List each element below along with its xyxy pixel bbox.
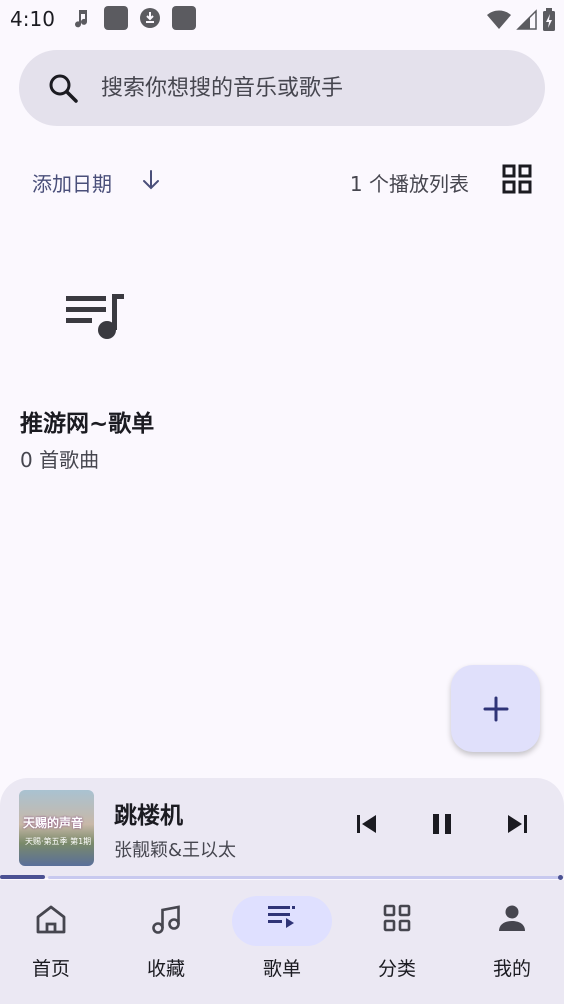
battery-icon: [543, 8, 555, 31]
album-art-title: 天赐的声音: [23, 816, 84, 830]
nav-label-playlists: 歌单: [262, 958, 301, 980]
search-input[interactable]: [101, 50, 521, 126]
plus-icon: [483, 696, 508, 721]
playlist-song-count: 0 首歌曲: [20, 448, 100, 472]
playlist-count: 1 个播放列表: [349, 172, 469, 196]
playlist-card[interactable]: 推游网~歌单 0 首歌曲: [18, 260, 278, 480]
search-bar[interactable]: [19, 50, 545, 126]
home-icon: [36, 905, 66, 934]
nav-item-mine[interactable]: 我的: [456, 880, 564, 1004]
mini-player[interactable]: 天赐的声音 天赐·第五季 第1期 跳楼机 张靓颖&王以太: [0, 778, 564, 878]
nav-item-favorites[interactable]: 收藏: [110, 880, 222, 1004]
song-title: 跳楼机: [114, 803, 183, 829]
album-art-subtitle: 天赐·第五季 第1期: [25, 837, 92, 846]
nav-item-playlists[interactable]: 歌单: [226, 880, 338, 1004]
music-notification-icon: [75, 10, 88, 28]
playlist-icon: [268, 906, 295, 928]
search-icon: [49, 74, 78, 103]
nav-label-categories: 分类: [377, 958, 416, 980]
system-icons: [486, 8, 556, 32]
signal-icon: [516, 9, 537, 30]
nav-item-home[interactable]: 首页: [0, 880, 107, 1004]
app-notification-icon: [104, 6, 128, 30]
previous-track-icon[interactable]: [355, 812, 379, 836]
app-screen: 4:10 添加日期 1 个播放列表 推游网~歌单 0 首歌曲: [0, 0, 564, 1004]
bottom-nav: 首页 收藏 歌单 分类 我的: [0, 880, 564, 1004]
nav-label-home: 首页: [31, 958, 70, 980]
album-art[interactable]: 天赐的声音 天赐·第五季 第1期: [19, 790, 94, 866]
song-artist: 张靓颖&王以太: [114, 840, 237, 861]
pause-icon[interactable]: [430, 812, 454, 836]
grid-icon: [383, 904, 411, 932]
arrow-down-icon[interactable]: [140, 168, 162, 192]
add-playlist-button[interactable]: [451, 665, 540, 752]
download-notification-icon: [140, 8, 160, 28]
notification-icons: [70, 6, 196, 30]
playlist-icon: [66, 294, 124, 339]
nav-item-categories[interactable]: 分类: [341, 880, 453, 1004]
playlist-title: 推游网~歌单: [20, 411, 155, 437]
progress-track-remaining: [48, 876, 560, 879]
wifi-icon: [487, 10, 511, 29]
sort-row: 添加日期 1 个播放列表: [0, 160, 564, 202]
music-note-icon: [152, 905, 180, 934]
app-notification-icon-2: [172, 6, 196, 30]
nav-label-mine: 我的: [492, 958, 531, 980]
status-bar: 4:10: [0, 0, 564, 38]
person-icon: [499, 905, 525, 931]
sort-by-date-button[interactable]: 添加日期: [32, 168, 112, 197]
progress-fill: [0, 875, 45, 879]
grid-view-icon[interactable]: [502, 164, 532, 194]
nav-label-favorites: 收藏: [146, 958, 185, 980]
next-track-icon[interactable]: [505, 812, 529, 836]
status-time: 4:10: [10, 7, 55, 31]
